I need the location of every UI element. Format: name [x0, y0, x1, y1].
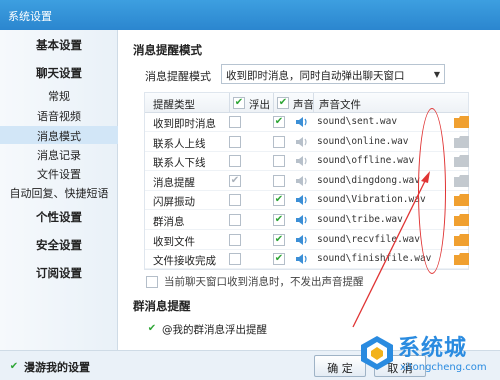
folder-icon[interactable] [454, 233, 469, 246]
header-sound-checkbox[interactable]: ✔ [277, 97, 289, 109]
folder-icon[interactable] [454, 214, 469, 226]
group-section-title: 群消息提醒 [133, 299, 191, 313]
sidebar: 基本设置 聊天设置 常规 语音视频 消息模式 消息记录 文件设置 自动回复、快捷… [0, 30, 118, 350]
mute-checkbox[interactable] [146, 276, 158, 288]
popup-checkbox[interactable] [229, 135, 241, 148]
sound-checkbox[interactable]: ✔ [273, 214, 285, 226]
watermark: 系统城 xitongcheng.com [352, 328, 500, 380]
row-type-label: 联系人下线 [153, 157, 206, 170]
chevron-down-icon: ▼ [433, 70, 440, 79]
popup-checkbox[interactable] [229, 233, 241, 246]
row-type-label: 收到文件 [153, 235, 195, 248]
sound-file-path: sound\Vibration.wav [317, 194, 426, 206]
sidebar-item-message-mode[interactable]: 消息模式 [0, 126, 118, 144]
folder-icon[interactable] [454, 155, 469, 168]
popup-checkbox[interactable] [229, 194, 241, 207]
roaming-option[interactable]: ✔ 漫游我的设置 [8, 359, 90, 375]
section-title: 消息提醒模式 [133, 43, 202, 57]
row-type-label: 收到即时消息 [153, 118, 216, 130]
speaker-icon[interactable] [295, 194, 308, 206]
sidebar-item-general[interactable]: 常规 [0, 88, 118, 107]
row-type-label: 联系人上线 [153, 137, 206, 150]
sound-file-path: sound\finishfile.wav [317, 253, 432, 265]
group-option[interactable]: ✔ @我的群消息浮出提醒 [146, 322, 267, 337]
mute-note[interactable]: 当前聊天窗口收到消息时，不发出声音提醒 [146, 274, 364, 289]
popup-checkbox[interactable] [229, 116, 241, 128]
sidebar-item-subscription[interactable]: 订阅设置 [0, 265, 118, 285]
sound-checkbox[interactable]: ✔ [273, 194, 285, 207]
sidebar-item-auto-reply[interactable]: 自动回复、快捷短语 [0, 185, 118, 204]
sound-file-path: sound\sent.wav [317, 116, 398, 127]
watermark-text: 系统城 [398, 336, 468, 361]
sound-checkbox[interactable] [273, 155, 285, 168]
title-bar: 系统设置 [0, 0, 500, 30]
sidebar-item-basic[interactable]: 基本设置 [0, 37, 118, 57]
watermark-sub: xitongcheng.com [400, 362, 487, 373]
popup-checkbox[interactable] [229, 155, 241, 168]
table-row: 收到即时消息 ✔ sound\sent.wav [145, 113, 469, 132]
header-file: 声音文件 [319, 99, 361, 111]
sidebar-item-personalize[interactable]: 个性设置 [0, 209, 118, 229]
row-type-label: 消息提醒 [153, 176, 195, 189]
speaker-icon[interactable] [295, 136, 308, 148]
mode-label: 消息提醒模式 [145, 70, 211, 83]
sound-checkbox[interactable] [273, 174, 285, 187]
group-option-label: @我的群消息浮出提醒 [162, 324, 267, 336]
sidebar-item-security[interactable]: 安全设置 [0, 237, 118, 257]
sound-checkbox[interactable]: ✔ [273, 233, 285, 246]
mode-dropdown[interactable]: 收到即时消息，同时自动弹出聊天窗口 ▼ [221, 64, 445, 84]
speaker-icon[interactable] [295, 116, 308, 128]
table-header: 提醒类型 ✔ 浮出 ✔ 声音 声音文件 [145, 93, 468, 113]
folder-icon[interactable] [454, 116, 469, 128]
header-popup: 浮出 [249, 99, 270, 111]
sound-file-path: sound\online.wav [317, 135, 409, 147]
row-type-label: 群消息 [153, 216, 185, 228]
sidebar-item-voice-video[interactable]: 语音视频 [0, 108, 118, 127]
speaker-icon[interactable] [295, 175, 308, 187]
speaker-icon[interactable] [295, 214, 308, 226]
sidebar-item-file-settings[interactable]: 文件设置 [0, 166, 118, 185]
folder-icon[interactable] [454, 135, 469, 148]
window-title: 系统设置 [8, 10, 52, 23]
sidebar-item-chat[interactable]: 聊天设置 [0, 65, 118, 85]
sound-checkbox[interactable]: ✔ [273, 116, 285, 128]
sound-file-path: sound\dingdong.wav [317, 174, 420, 186]
mute-note-label: 当前聊天窗口收到消息时，不发出声音提醒 [164, 276, 364, 288]
row-type-label: 闪屏振动 [153, 196, 195, 209]
group-option-checkbox[interactable]: ✔ [146, 324, 158, 336]
mode-value: 收到即时消息，同时自动弹出聊天窗口 [226, 70, 405, 82]
folder-icon[interactable] [454, 253, 469, 266]
row-type-label: 文件接收完成 [153, 255, 216, 268]
folder-icon[interactable] [454, 174, 469, 187]
popup-checkbox[interactable]: ✔ [229, 174, 241, 187]
highlight-ellipse [418, 108, 446, 274]
roaming-checkbox[interactable]: ✔ [8, 362, 20, 374]
speaker-icon[interactable] [295, 253, 308, 265]
popup-checkbox[interactable] [229, 214, 241, 226]
speaker-icon[interactable] [295, 155, 308, 167]
sound-file-path: sound\offline.wav [317, 155, 415, 167]
sound-file-path: sound\recvfile.wav [317, 233, 420, 245]
header-type: 提醒类型 [153, 99, 195, 111]
table-row: 文件接收完成 ✔ sound\finishfile.wav [145, 250, 469, 270]
roaming-label: 漫游我的设置 [24, 361, 90, 374]
speaker-icon[interactable] [295, 234, 308, 246]
header-popup-checkbox[interactable]: ✔ [233, 97, 245, 109]
sound-file-path: sound\tribe.wav [317, 214, 403, 225]
folder-icon[interactable] [454, 194, 469, 207]
sound-checkbox[interactable]: ✔ [273, 253, 285, 266]
watermark-logo-icon [361, 336, 393, 370]
header-sound: 声音 [293, 99, 314, 111]
sidebar-item-message-history[interactable]: 消息记录 [0, 147, 118, 166]
sound-checkbox[interactable] [273, 135, 285, 148]
popup-checkbox[interactable] [229, 253, 241, 266]
